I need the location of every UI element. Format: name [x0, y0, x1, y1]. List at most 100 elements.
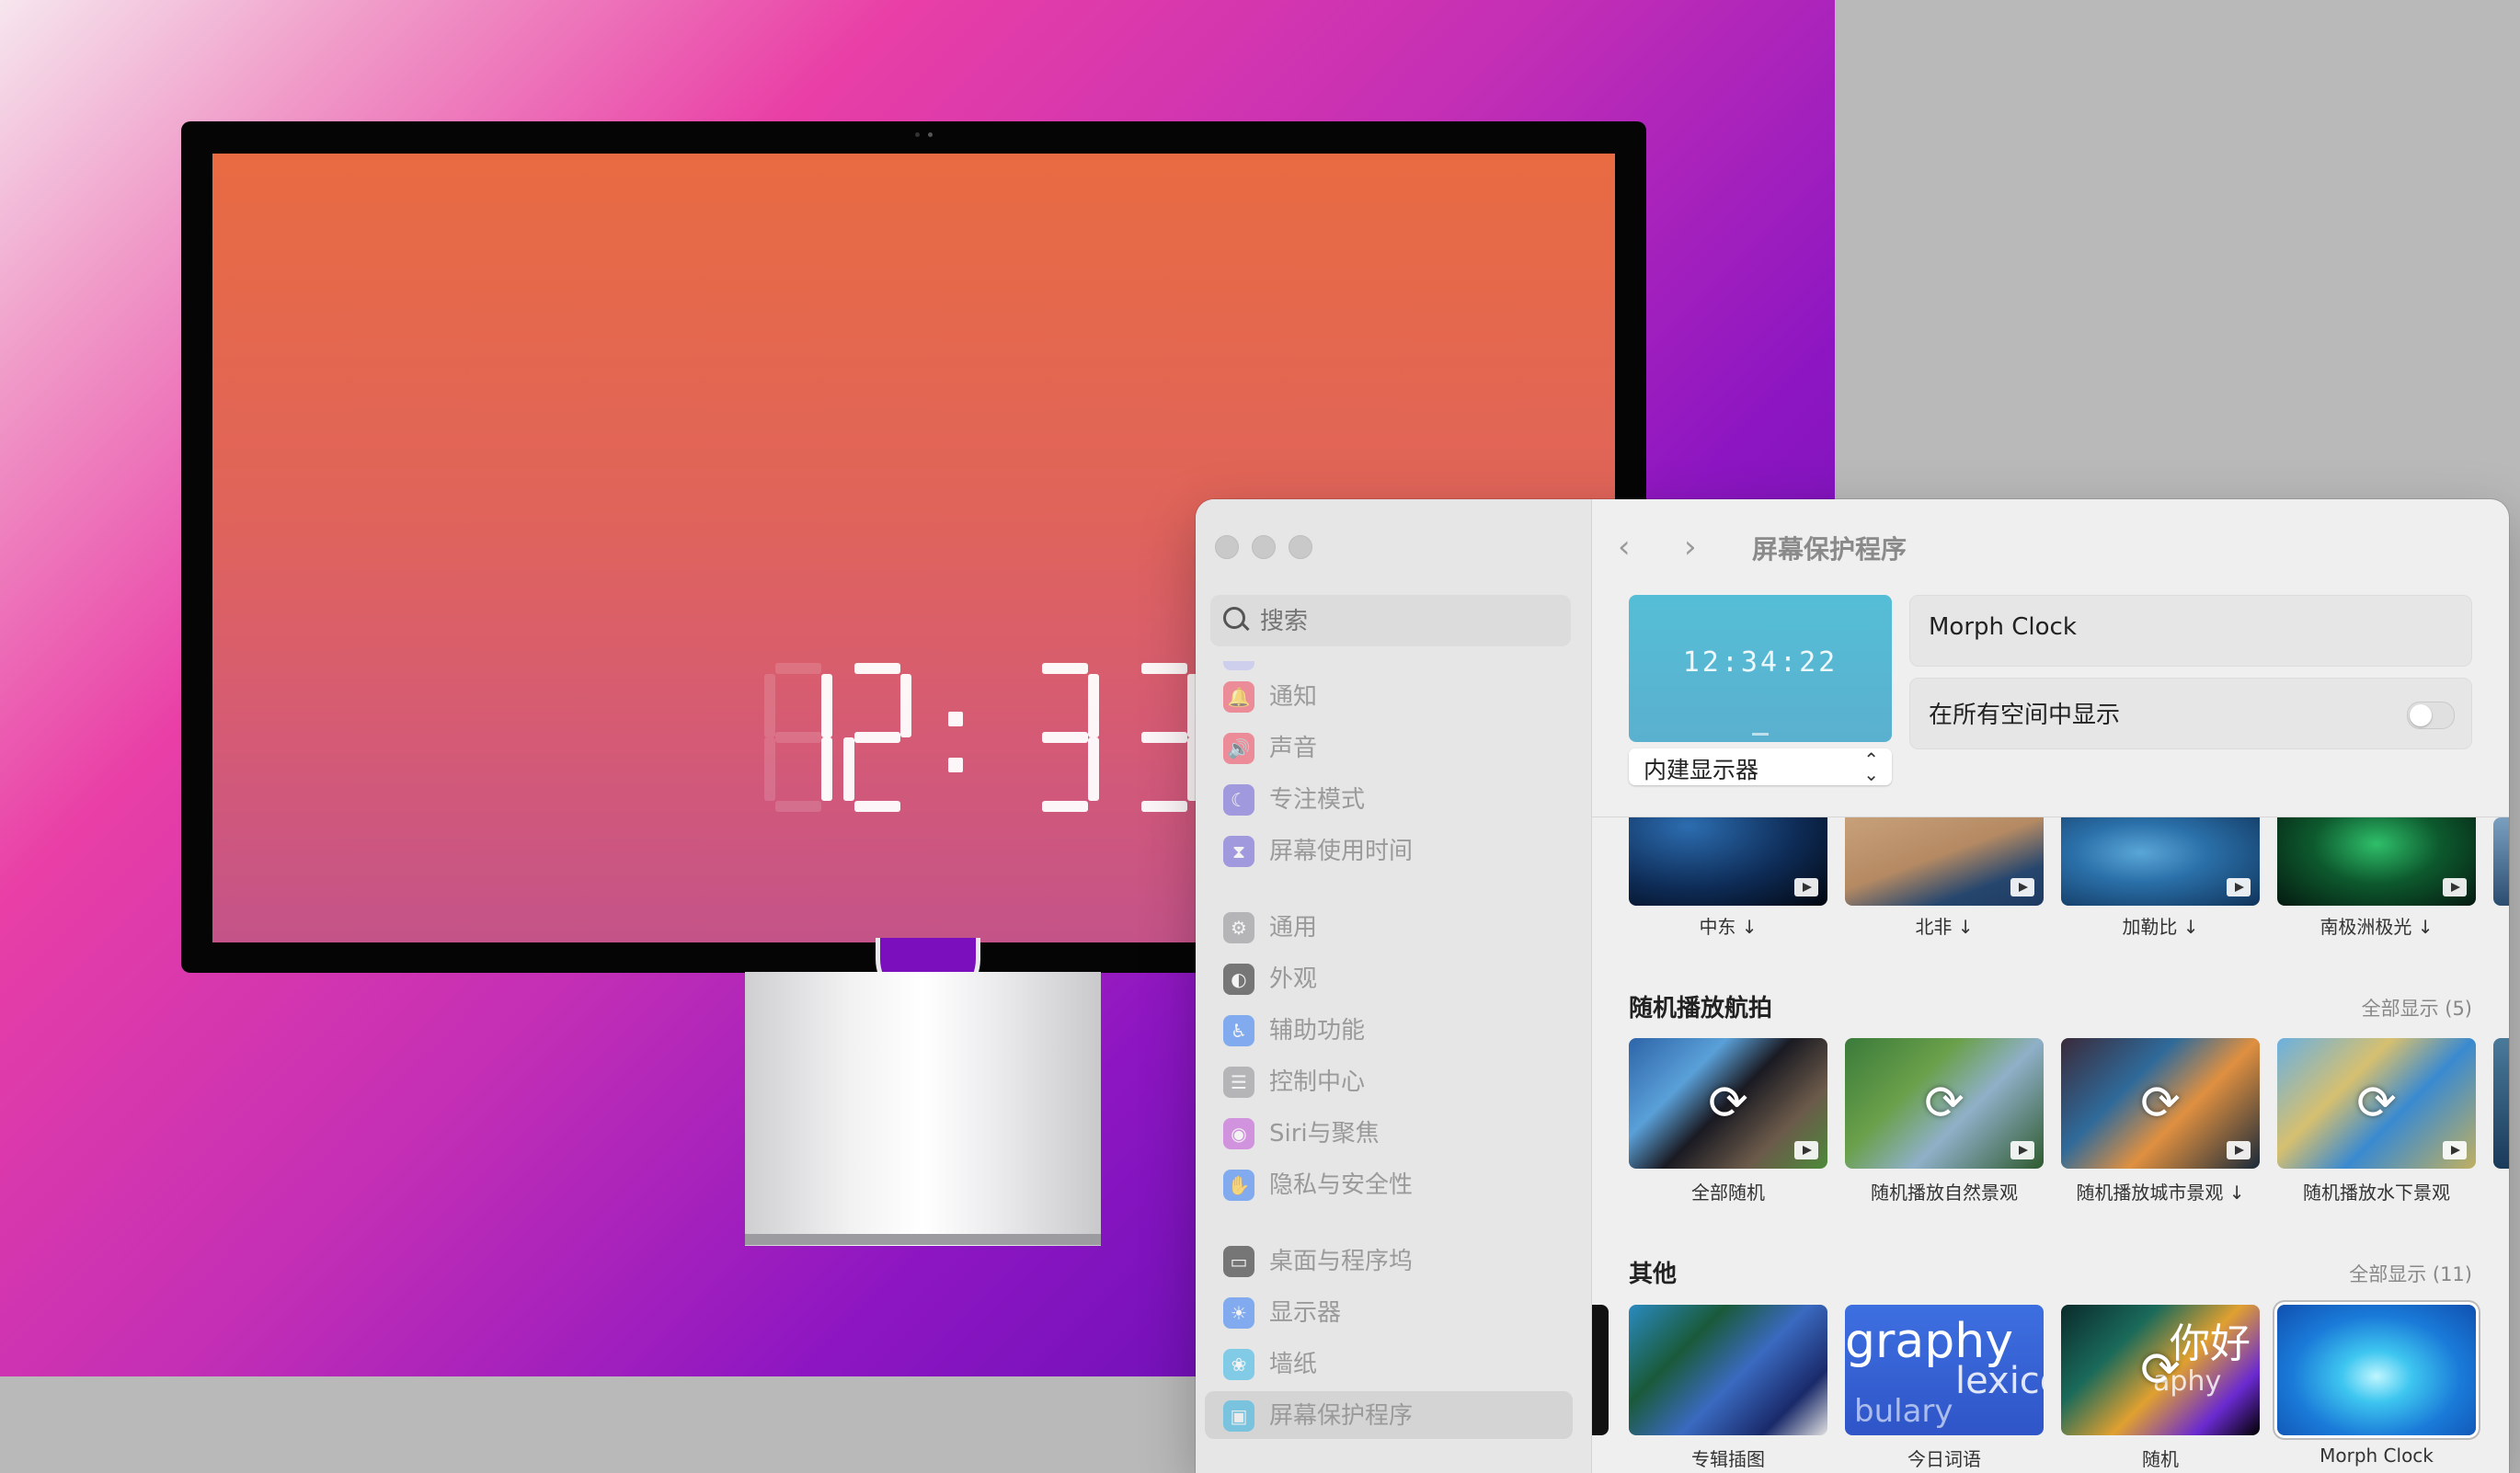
- sidebar-item-label: 墙纸: [1269, 1351, 1318, 1378]
- aerial-thumb[interactable]: ⟳: [1629, 1038, 1827, 1169]
- clock-digit: [764, 663, 832, 812]
- play-icon: [2010, 878, 2034, 896]
- show-all-spaces-toggle[interactable]: [2407, 702, 2455, 729]
- other-caption: Morph Clock: [2320, 1444, 2434, 1467]
- sidebar-item[interactable]: ⚙ 通用: [1205, 903, 1573, 951]
- sidebar-item[interactable]: ☾ 专注模式: [1205, 775, 1573, 823]
- sidebar-item[interactable]: ▭ 桌面与程序坞: [1205, 1237, 1573, 1285]
- sidebar-item[interactable]: 🔔 通知: [1205, 672, 1573, 720]
- dock-icon: ▭: [1223, 1246, 1254, 1277]
- landscape-thumb[interactable]: [2277, 817, 2476, 906]
- sidebar-item[interactable]: ☀ 显示器: [1205, 1288, 1573, 1336]
- clock-colon: [948, 712, 963, 726]
- sidebar-item-label: 通用: [1269, 914, 1318, 942]
- play-icon: [1794, 1141, 1818, 1159]
- play-icon: [2227, 878, 2251, 896]
- camera: [915, 132, 935, 138]
- aerial-thumb[interactable]: ⟳: [1845, 1038, 2044, 1169]
- sidebar: 🔔 通知 🔊 声音 ☾ 专注模式 ⧗ 屏幕使用时间 ⚙ 通用 ◐ 外观 ♿ 辅助功能 ☰ 控制中心 ◉ Siri与…: [1196, 499, 1592, 1473]
- other-thumb-partial: [1592, 1305, 1609, 1435]
- word-thumb-text: bulary: [1854, 1393, 1953, 1430]
- clock-segment: [900, 674, 911, 737]
- clock-segment: [854, 663, 900, 674]
- play-icon: [2443, 1141, 2467, 1159]
- other-caption: 随机: [2142, 1448, 2179, 1470]
- preview-indicator: [1752, 733, 1769, 736]
- screensaver-preview[interactable]: 12:34:22: [1629, 595, 1892, 742]
- play-icon: [2443, 878, 2467, 896]
- aerial-caption: 随机播放城市景观 ↓: [2076, 1182, 2245, 1204]
- sidebar-item[interactable]: ✋ 隐私与安全性: [1205, 1160, 1573, 1208]
- sidebar-item[interactable]: ⧗ 屏幕使用时间: [1205, 827, 1573, 874]
- monitor-stand: [745, 972, 1101, 1246]
- landscape-thumb[interactable]: [1629, 817, 1827, 906]
- clock-segment: [1141, 732, 1187, 743]
- search-input[interactable]: [1258, 604, 1556, 639]
- preview-time: 12:34:22: [1682, 646, 1838, 679]
- clock-segment: [1088, 737, 1099, 801]
- clock-segment: [821, 737, 832, 801]
- saver-name: Morph Clock: [1929, 613, 2077, 641]
- zoom-button[interactable]: [1289, 535, 1312, 559]
- monitor-stand-base: [745, 1234, 1101, 1245]
- sidebar-item-label: Siri与聚焦: [1269, 1120, 1380, 1148]
- sidebar-item[interactable]: ▣ 屏幕保护程序: [1205, 1391, 1573, 1439]
- forward-button[interactable]: ›: [1684, 531, 1697, 563]
- other-thumb[interactable]: [1629, 1305, 1827, 1435]
- sidebar-item[interactable]: ☰ 控制中心: [1205, 1057, 1573, 1105]
- search-field[interactable]: [1210, 595, 1571, 646]
- aerial-thumb-partial[interactable]: [2493, 1038, 2509, 1169]
- clock-colon: [948, 758, 963, 772]
- clock-segment: [854, 801, 900, 812]
- speaker-icon: 🔊: [1223, 733, 1254, 764]
- play-icon: [1794, 878, 1818, 896]
- landscape-caption: 加勒比 ↓: [2122, 916, 2199, 938]
- other-thumb[interactable]: [2277, 1305, 2476, 1435]
- shuffle-icon: ⟳: [1708, 1076, 1748, 1131]
- clock-segment: [843, 737, 854, 801]
- wallpaper-icon: ❀: [1223, 1349, 1254, 1380]
- sidebar-item-label: 通知: [1269, 683, 1318, 711]
- sidebar-item-label: 辅助功能: [1269, 1017, 1366, 1045]
- sidebar-item[interactable]: ◐ 外观: [1205, 954, 1573, 1002]
- sidebar-item[interactable]: 🔊 声音: [1205, 724, 1573, 771]
- minimize-button[interactable]: [1252, 535, 1276, 559]
- clock-segment: [1042, 801, 1088, 812]
- display-select[interactable]: 内建显示器 ⌃ ⌄: [1629, 748, 1892, 785]
- play-icon: [2227, 1141, 2251, 1159]
- other-show-all-link[interactable]: 全部显示 (11): [2349, 1260, 2472, 1287]
- siri-icon: ◉: [1223, 1118, 1254, 1149]
- landscape-thumb-partial[interactable]: [2493, 817, 2509, 906]
- play-icon: [2010, 1141, 2034, 1159]
- display-select-value: 内建显示器: [1644, 757, 1759, 783]
- clock-segment: [1088, 674, 1099, 737]
- landscape-thumb[interactable]: [2061, 817, 2260, 906]
- sidebar-item-label: 外观: [1269, 965, 1318, 993]
- page-title: 屏幕保护程序: [1752, 534, 1907, 565]
- sidebar-item[interactable]: ◉ Siri与聚焦: [1205, 1109, 1573, 1157]
- show-all-spaces-card: 在所有空间中显示: [1909, 678, 2472, 749]
- aerial-show-all-link[interactable]: 全部显示 (5): [2362, 994, 2472, 1022]
- sidebar-item[interactable]: ❀ 墙纸: [1205, 1340, 1573, 1387]
- other-thumb[interactable]: graphylexicobulary: [1845, 1305, 2044, 1435]
- clock-digit: [1031, 663, 1099, 812]
- other-thumb[interactable]: 你好 aphy ⟳: [2061, 1305, 2260, 1435]
- aerial-thumb[interactable]: ⟳: [2277, 1038, 2476, 1169]
- sidebar-item-label: 屏幕保护程序: [1269, 1402, 1414, 1430]
- clock-segment: [821, 674, 832, 737]
- saver-name-card: Morph Clock: [1909, 595, 2472, 667]
- aerial-thumb[interactable]: ⟳: [2061, 1038, 2260, 1169]
- clock-segment: [854, 732, 900, 743]
- sidebar-item[interactable]: ♿ 辅助功能: [1205, 1006, 1573, 1054]
- landscape-thumb[interactable]: [1845, 817, 2044, 906]
- hourglass-icon: ⧗: [1223, 836, 1254, 867]
- back-button[interactable]: ‹: [1618, 531, 1631, 563]
- sidebar-item-label: 控制中心: [1269, 1068, 1366, 1096]
- appearance-icon: ◐: [1223, 964, 1254, 995]
- close-button[interactable]: [1215, 535, 1239, 559]
- show-all-spaces-label: 在所有空间中显示: [1929, 702, 2121, 729]
- system-settings-window: 🔔 通知 🔊 声音 ☾ 专注模式 ⧗ 屏幕使用时间 ⚙ 通用 ◐ 外观 ♿ 辅助功能 ☰ 控制中心 ◉ Siri与…: [1196, 499, 2509, 1473]
- shuffle-icon: ⟳: [2140, 1076, 2181, 1131]
- sun-icon: ☀: [1223, 1297, 1254, 1329]
- aerial-section-title: 随机播放航拍: [1629, 995, 1773, 1022]
